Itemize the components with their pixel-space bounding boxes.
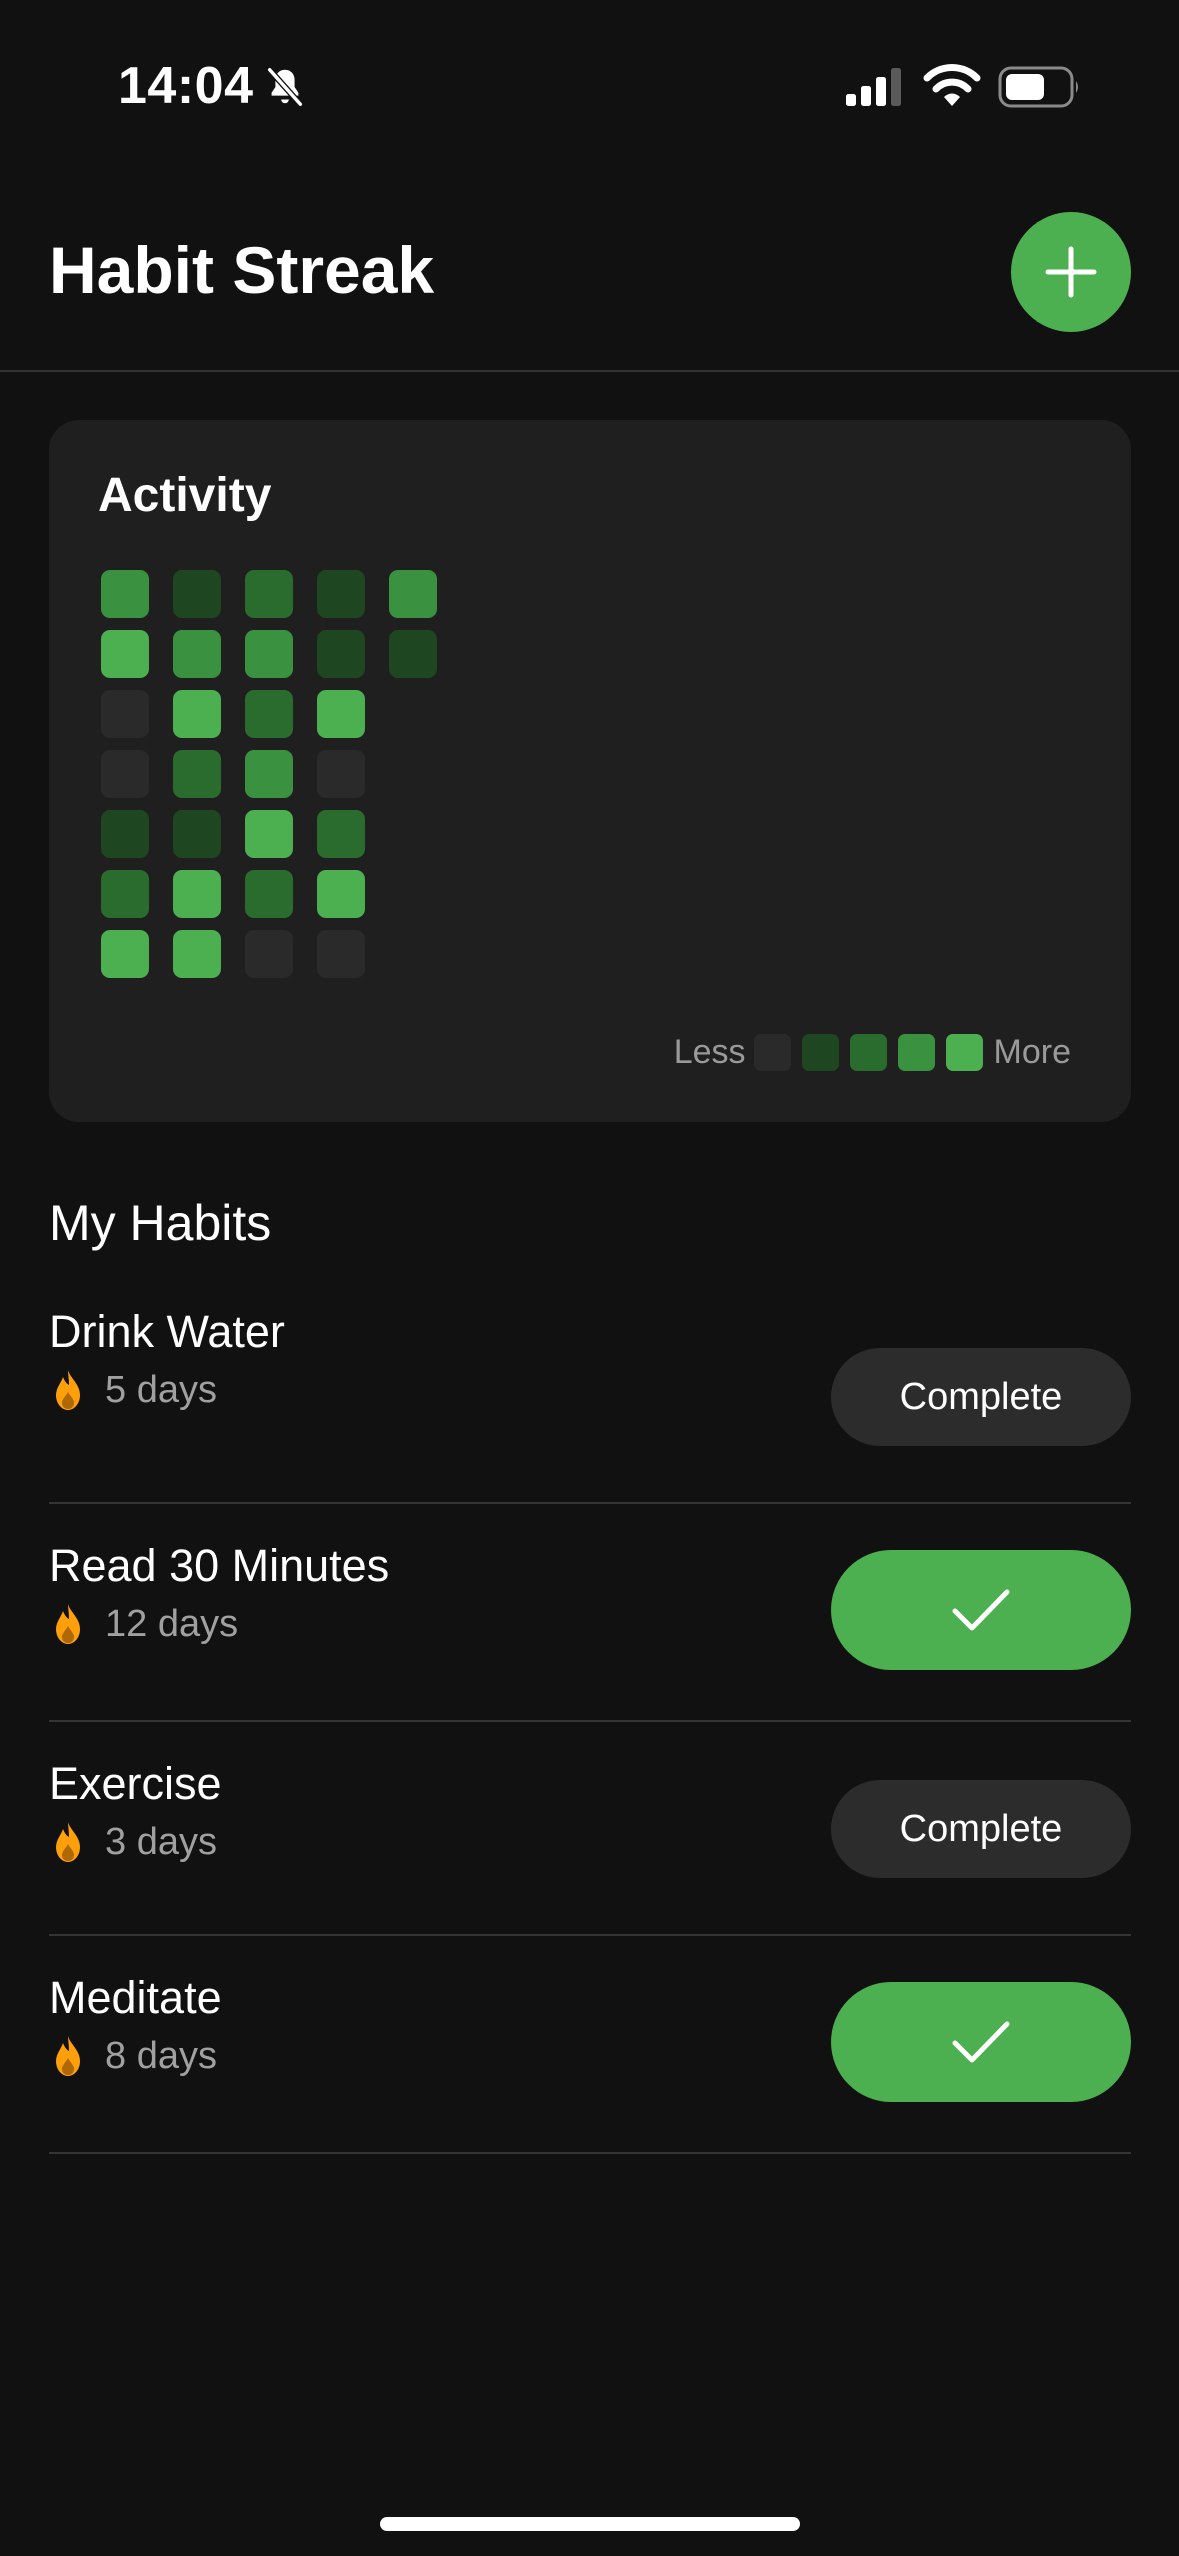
legend-less-label: Less bbox=[673, 1032, 746, 1071]
habit-streak: 5 days bbox=[51, 1368, 217, 1412]
heatmap-cell bbox=[173, 810, 221, 858]
habit-list: Drink Water 5 days Complete Read 30 Minutes… bbox=[49, 1286, 1131, 2154]
heatmap-cell bbox=[245, 750, 293, 798]
heatmap-cell bbox=[101, 870, 149, 918]
heatmap-cell bbox=[317, 810, 365, 858]
habit-streak: 3 days bbox=[51, 1820, 217, 1864]
heatmap-cell bbox=[101, 930, 149, 978]
habit-name: Drink Water bbox=[49, 1306, 285, 1357]
complete-button[interactable]: Complete bbox=[831, 1348, 1131, 1446]
heatmap-cell bbox=[317, 630, 365, 678]
heatmap-cell bbox=[173, 570, 221, 618]
completed-button[interactable] bbox=[831, 1550, 1131, 1670]
heatmap-cell bbox=[389, 630, 437, 678]
activity-legend: Less More bbox=[674, 1032, 1071, 1072]
heatmap-cell bbox=[101, 690, 149, 738]
page-title: Habit Streak bbox=[49, 233, 435, 307]
plus-icon bbox=[1045, 246, 1097, 298]
heatmap-cell bbox=[245, 570, 293, 618]
add-habit-button[interactable] bbox=[1011, 212, 1131, 332]
legend-more-label: More bbox=[993, 1032, 1071, 1071]
legend-swatch bbox=[801, 1033, 839, 1071]
streak-text: 3 days bbox=[105, 1820, 217, 1863]
streak-text: 5 days bbox=[105, 1368, 217, 1411]
activity-card: Activity Less More bbox=[49, 420, 1131, 1122]
heatmap-cell bbox=[317, 690, 365, 738]
heatmap-cell bbox=[317, 930, 365, 978]
flame-icon bbox=[56, 2036, 80, 2076]
status-bar: 14:04 bbox=[0, 0, 1179, 160]
habit-name: Read 30 Minutes bbox=[49, 1540, 390, 1591]
heatmap-cell bbox=[173, 690, 221, 738]
heatmap-cell bbox=[101, 750, 149, 798]
streak-text: 12 days bbox=[105, 1602, 239, 1645]
header: Habit Streak bbox=[0, 160, 1179, 372]
heatmap-cell bbox=[173, 930, 221, 978]
legend-swatch bbox=[849, 1033, 887, 1071]
heatmap-cell bbox=[101, 570, 149, 618]
habit-row: Meditate 8 days bbox=[49, 1936, 1131, 2154]
complete-button[interactable]: Complete bbox=[831, 1780, 1131, 1878]
habit-row: Drink Water 5 days Complete bbox=[49, 1286, 1131, 1504]
wifi-icon bbox=[923, 64, 981, 106]
heatmap-cell bbox=[317, 570, 365, 618]
my-habits-title: My Habits bbox=[49, 1195, 272, 1251]
heatmap-cell bbox=[389, 570, 437, 618]
legend-swatches bbox=[753, 1033, 983, 1071]
cellular-signal-icon bbox=[846, 68, 901, 106]
legend-swatch bbox=[945, 1033, 983, 1071]
battery-icon bbox=[998, 66, 1078, 108]
checkmark-icon bbox=[952, 2021, 1010, 2063]
habit-row: Exercise 3 days Complete bbox=[49, 1722, 1131, 1936]
home-indicator[interactable] bbox=[380, 2517, 800, 2531]
legend-swatch bbox=[897, 1033, 935, 1071]
activity-title: Activity bbox=[98, 469, 272, 522]
activity-heatmap bbox=[101, 570, 501, 990]
flame-icon bbox=[56, 1370, 80, 1410]
heatmap-cell bbox=[173, 630, 221, 678]
heatmap-cell bbox=[245, 690, 293, 738]
heatmap-cell bbox=[173, 870, 221, 918]
habit-name: Meditate bbox=[49, 1972, 222, 2023]
habit-streak: 12 days bbox=[51, 1602, 238, 1646]
heatmap-cell bbox=[317, 750, 365, 798]
status-time: 14:04 bbox=[118, 57, 254, 115]
flame-icon bbox=[56, 1604, 80, 1644]
heatmap-cell bbox=[245, 870, 293, 918]
habit-row: Read 30 Minutes 12 days bbox=[49, 1504, 1131, 1722]
habit-streak: 8 days bbox=[51, 2034, 217, 2078]
bell-slash-icon bbox=[267, 67, 303, 107]
checkmark-icon bbox=[952, 1589, 1010, 1631]
heatmap-cell bbox=[317, 870, 365, 918]
heatmap-cell bbox=[101, 810, 149, 858]
flame-icon bbox=[56, 1822, 80, 1862]
heatmap-cell bbox=[245, 930, 293, 978]
app-screen: 14:04 Habit Streak Activity Less More My… bbox=[0, 0, 1179, 2556]
heatmap-cell bbox=[101, 630, 149, 678]
completed-button[interactable] bbox=[831, 1982, 1131, 2102]
legend-swatch bbox=[753, 1033, 791, 1071]
streak-text: 8 days bbox=[105, 2034, 217, 2077]
heatmap-cell bbox=[245, 630, 293, 678]
heatmap-cell bbox=[245, 810, 293, 858]
heatmap-cell bbox=[173, 750, 221, 798]
habit-name: Exercise bbox=[49, 1758, 222, 1809]
